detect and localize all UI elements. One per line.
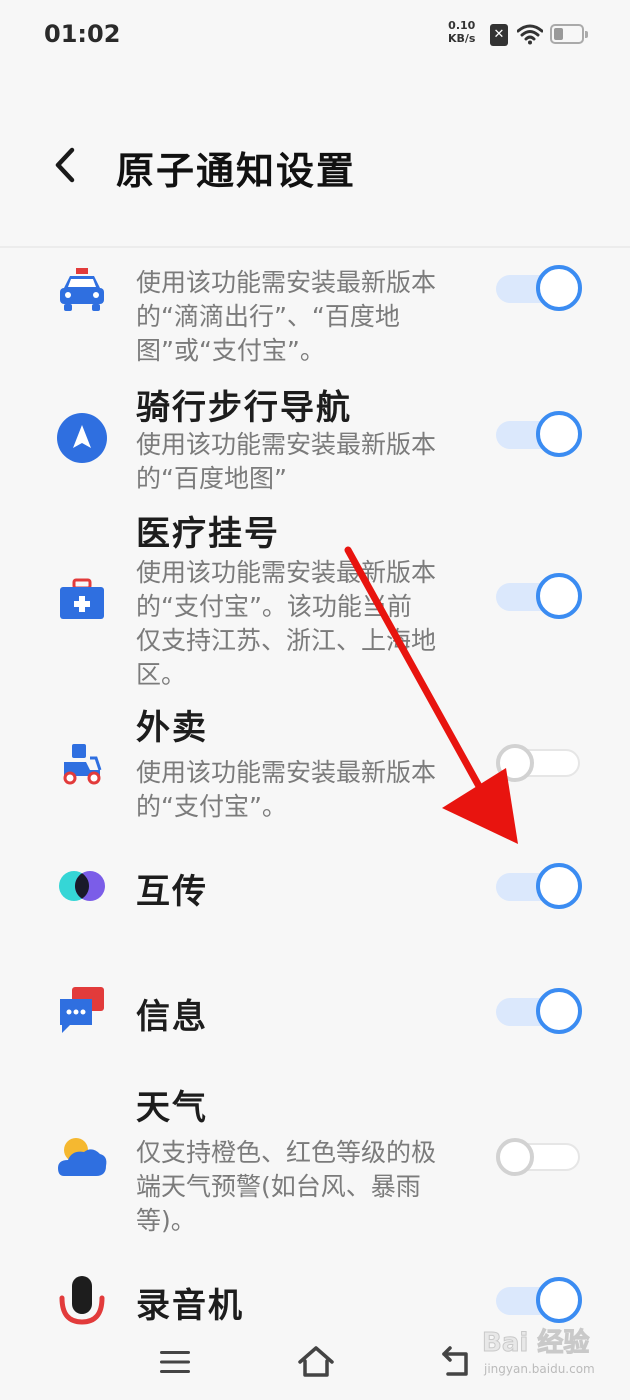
network-speed-unit: KB/s (448, 32, 476, 45)
battery-icon (550, 24, 588, 44)
toggle-knob (536, 573, 582, 619)
row-title: 天气 (136, 1088, 208, 1128)
message-icon (60, 987, 104, 1033)
toggle-knob (536, 863, 582, 909)
row-title: 骑行步行导航 (136, 388, 352, 428)
setting-row-taxi: 使用该功能需安装最新版本的“滴滴出行”、“百度地图”或“支付宝”。 (0, 250, 630, 370)
watermark-brand: Bai 经验 (481, 1328, 590, 1359)
setting-row-recorder: 录音机 (0, 1270, 630, 1330)
microphone-icon (59, 1276, 105, 1325)
navigation-icon (57, 413, 107, 463)
header-divider (0, 246, 630, 248)
network-speed: 0.10 KB/s (448, 19, 475, 45)
battery-level (554, 28, 563, 40)
page-title: 原子通知设置 (116, 149, 357, 193)
toggle-knob (536, 265, 582, 311)
toggle-takeout[interactable] (496, 740, 580, 784)
weather-icon (58, 1138, 107, 1176)
notification-settings-list: 使用该功能需安装最新版本的“滴滴出行”、“百度地图”或“支付宝”。 骑行步行导航… (0, 250, 630, 1330)
row-description: 仅支持橙色、红色等级的极端天气预警(如台风、暴雨等)。 (136, 1138, 437, 1235)
wifi-icon (517, 24, 543, 45)
setting-row-messages: 信息 (0, 975, 630, 1045)
sim-off-icon: ✕ (490, 24, 508, 46)
toggle-knob (496, 744, 534, 782)
toggle-knob (536, 411, 582, 457)
back-icon[interactable] (438, 1346, 472, 1378)
setting-row-mutual-transfer: 互传 (0, 850, 630, 920)
row-title: 外卖 (136, 708, 208, 748)
setting-row-weather: 天气 仅支持橙色、红色等级的极端天气预警(如台风、暴雨等)。 (0, 1080, 630, 1240)
row-description: 使用该功能需安装最新版本的“支付宝”。 (136, 758, 437, 821)
delivery-scooter-icon (63, 744, 102, 785)
watermark-url: jingyan.baidu.com (484, 1362, 595, 1376)
row-title: 录音机 (136, 1286, 244, 1326)
toggle-weather[interactable] (496, 1134, 580, 1178)
toggle-knob (536, 1277, 582, 1323)
toggle-taxi[interactable] (496, 265, 582, 311)
status-bar: 01:02 0.10 KB/s ✕ (0, 0, 630, 70)
status-time: 01:02 (44, 20, 121, 48)
back-button[interactable] (46, 140, 86, 190)
home-icon[interactable] (296, 1344, 336, 1378)
toggle-recorder[interactable] (496, 1277, 582, 1323)
toggle-mutual-transfer[interactable] (496, 863, 582, 909)
setting-row-medical-registration: 医疗挂号 使用该功能需安装最新版本的“支付宝”。该功能当前仅支持江苏、浙江、上海… (0, 500, 630, 690)
toggle-medical-registration[interactable] (496, 573, 582, 619)
mutual-transfer-icon (59, 871, 105, 901)
row-description: 使用该功能需安装最新版本的“百度地图” (136, 430, 437, 493)
toggle-knob (496, 1138, 534, 1176)
toggle-cycling-walking-nav[interactable] (496, 411, 582, 457)
medical-kit-icon (60, 578, 104, 619)
row-description: 使用该功能需安装最新版本的“支付宝”。该功能当前仅支持江苏、浙江、上海地区。 (136, 558, 437, 689)
toggle-knob (536, 988, 582, 1034)
row-title: 信息 (136, 997, 208, 1037)
row-description: 使用该功能需安装最新版本的“滴滴出行”、“百度地图”或“支付宝”。 (136, 268, 437, 365)
row-title: 医疗挂号 (136, 514, 280, 554)
setting-row-takeout: 外卖 使用该功能需安装最新版本的“支付宝”。 (0, 700, 630, 830)
setting-row-cycling-walking-nav: 骑行步行导航 使用该功能需安装最新版本的“百度地图” (0, 380, 630, 500)
row-title: 互传 (136, 872, 208, 912)
menu-icon[interactable] (158, 1348, 192, 1376)
watermark: Bai 经验 jingyan.baidu.com (478, 1322, 618, 1382)
network-speed-value: 0.10 (448, 19, 476, 32)
toggle-messages[interactable] (496, 988, 582, 1034)
taxi-icon (60, 268, 104, 311)
